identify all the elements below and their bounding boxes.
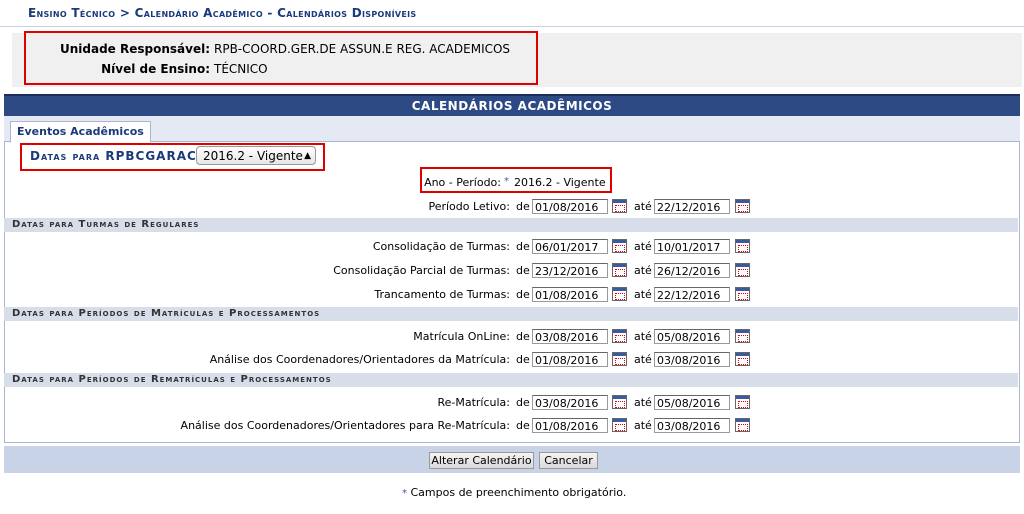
calendar-icon[interactable]	[612, 329, 627, 343]
periodo-letivo-from-input[interactable]: 01/08/2016	[532, 199, 608, 214]
trancamento-label: Trancamento de Turmas:	[374, 288, 510, 301]
ate-label: até	[634, 396, 652, 409]
breadcrumb: Ensino Técnico > Calendário Acadêmico - …	[28, 6, 417, 20]
consolidacao-parcial-to-input[interactable]: 26/12/2016	[654, 263, 730, 278]
required-note: * Campos de preenchimento obrigatório.	[402, 486, 626, 499]
periodo-letivo-label: Período Letivo:	[428, 200, 510, 213]
calendar-icon[interactable]	[612, 395, 627, 409]
de-label: de	[516, 396, 530, 409]
ate-label: até	[634, 240, 652, 253]
calendar-icon[interactable]	[735, 329, 750, 343]
matricula-online-from-input[interactable]: 03/08/2016	[532, 329, 608, 344]
rematricula-to-input[interactable]: 05/08/2016	[654, 395, 730, 410]
de-label: de	[516, 240, 530, 253]
tab-eventos-academicos[interactable]: Eventos Acadêmicos	[10, 121, 151, 143]
consolidacao-parcial-label: Consolidação Parcial de Turmas:	[333, 264, 510, 277]
analise-rematricula-from-input[interactable]: 01/08/2016	[532, 418, 608, 433]
rematricula-label: Re-Matrícula:	[437, 396, 510, 409]
rematricula-from-input[interactable]: 03/08/2016	[532, 395, 608, 410]
calendar-icon[interactable]	[612, 352, 627, 366]
nivel-label: Nível de Ensino:	[101, 62, 210, 76]
periodo-letivo-to-input[interactable]: 22/12/2016	[654, 199, 730, 214]
calendar-icon[interactable]	[612, 199, 627, 213]
calendar-icon[interactable]	[735, 287, 750, 301]
analise-matricula-label: Análise dos Coordenadores/Orientadores d…	[209, 353, 510, 366]
nivel-value: TÉCNICO	[214, 62, 268, 76]
calendar-icon[interactable]	[612, 418, 627, 432]
matricula-online-to-input[interactable]: 05/08/2016	[654, 329, 730, 344]
nivel-row: Nível de Ensino: TÉCNICO	[0, 62, 1024, 78]
consolidacao-from-input[interactable]: 06/01/2017	[532, 239, 608, 254]
unidade-row: Unidade Responsável: RPB-COORD.GER.DE AS…	[0, 42, 1024, 58]
de-label: de	[516, 419, 530, 432]
tab-bar: Eventos Acadêmicos	[4, 116, 1020, 143]
ate-label: até	[634, 288, 652, 301]
ate-label: até	[634, 264, 652, 277]
section-regulares: Datas para Turmas de Regulares	[4, 218, 1018, 232]
ate-label: até	[634, 353, 652, 366]
required-star-icon: *	[402, 488, 407, 499]
calendar-icon[interactable]	[735, 199, 750, 213]
trancamento-to-input[interactable]: 22/12/2016	[654, 287, 730, 302]
de-label: de	[516, 330, 530, 343]
cancelar-button[interactable]: Cancelar	[539, 452, 598, 469]
alterar-calendario-button[interactable]: Alterar Calendário	[429, 452, 534, 469]
consolidacao-label: Consolidação de Turmas:	[372, 240, 510, 253]
calendar-icon[interactable]	[735, 352, 750, 366]
matricula-online-label: Matrícula OnLine:	[413, 330, 510, 343]
period-select[interactable]: 2016.2 - Vigente ▲	[196, 146, 316, 165]
ate-label: até	[634, 330, 652, 343]
calendar-icon[interactable]	[612, 263, 627, 277]
ate-label: até	[634, 419, 652, 432]
unidade-value: RPB-COORD.GER.DE ASSUN.E REG. ACADEMICOS	[214, 42, 511, 56]
consolidacao-parcial-from-input[interactable]: 23/12/2016	[532, 263, 608, 278]
calendar-icon[interactable]	[735, 239, 750, 253]
calendar-icon[interactable]	[735, 263, 750, 277]
analise-rematricula-to-input[interactable]: 03/08/2016	[654, 418, 730, 433]
calendar-icon[interactable]	[735, 418, 750, 432]
analise-matricula-from-input[interactable]: 01/08/2016	[532, 352, 608, 367]
section-rematriculas: Datas para Períodos de Rematrículas e Pr…	[4, 373, 1018, 387]
de-label: de	[516, 353, 530, 366]
consolidacao-to-input[interactable]: 10/01/2017	[654, 239, 730, 254]
required-star-icon: *	[504, 176, 509, 187]
analise-matricula-to-input[interactable]: 03/08/2016	[654, 352, 730, 367]
select-arrow-icon: ▲	[304, 151, 311, 161]
ate-label: até	[634, 200, 652, 213]
de-label: de	[516, 264, 530, 277]
calendar-icon[interactable]	[612, 287, 627, 301]
section-matriculas: Datas para Períodos de Matrículas e Proc…	[4, 307, 1018, 321]
section-caption: CALENDÁRIOS ACADÊMICOS	[4, 94, 1020, 116]
calendar-icon[interactable]	[735, 395, 750, 409]
ano-periodo-label: Ano - Período:	[424, 176, 501, 189]
unidade-label: Unidade Responsável:	[59, 42, 210, 56]
de-label: de	[516, 200, 530, 213]
divider	[0, 26, 1024, 27]
period-select-value: 2016.2 - Vigente	[203, 149, 303, 163]
datas-para-heading: Datas para RPBCGARAC	[30, 149, 197, 163]
calendar-icon[interactable]	[612, 239, 627, 253]
required-note-text: Campos de preenchimento obrigatório.	[410, 486, 627, 499]
analise-rematricula-label: Análise dos Coordenadores/Orientadores p…	[180, 419, 510, 432]
trancamento-from-input[interactable]: 01/08/2016	[532, 287, 608, 302]
ano-periodo-value: 2016.2 - Vigente	[514, 176, 606, 189]
de-label: de	[516, 288, 530, 301]
